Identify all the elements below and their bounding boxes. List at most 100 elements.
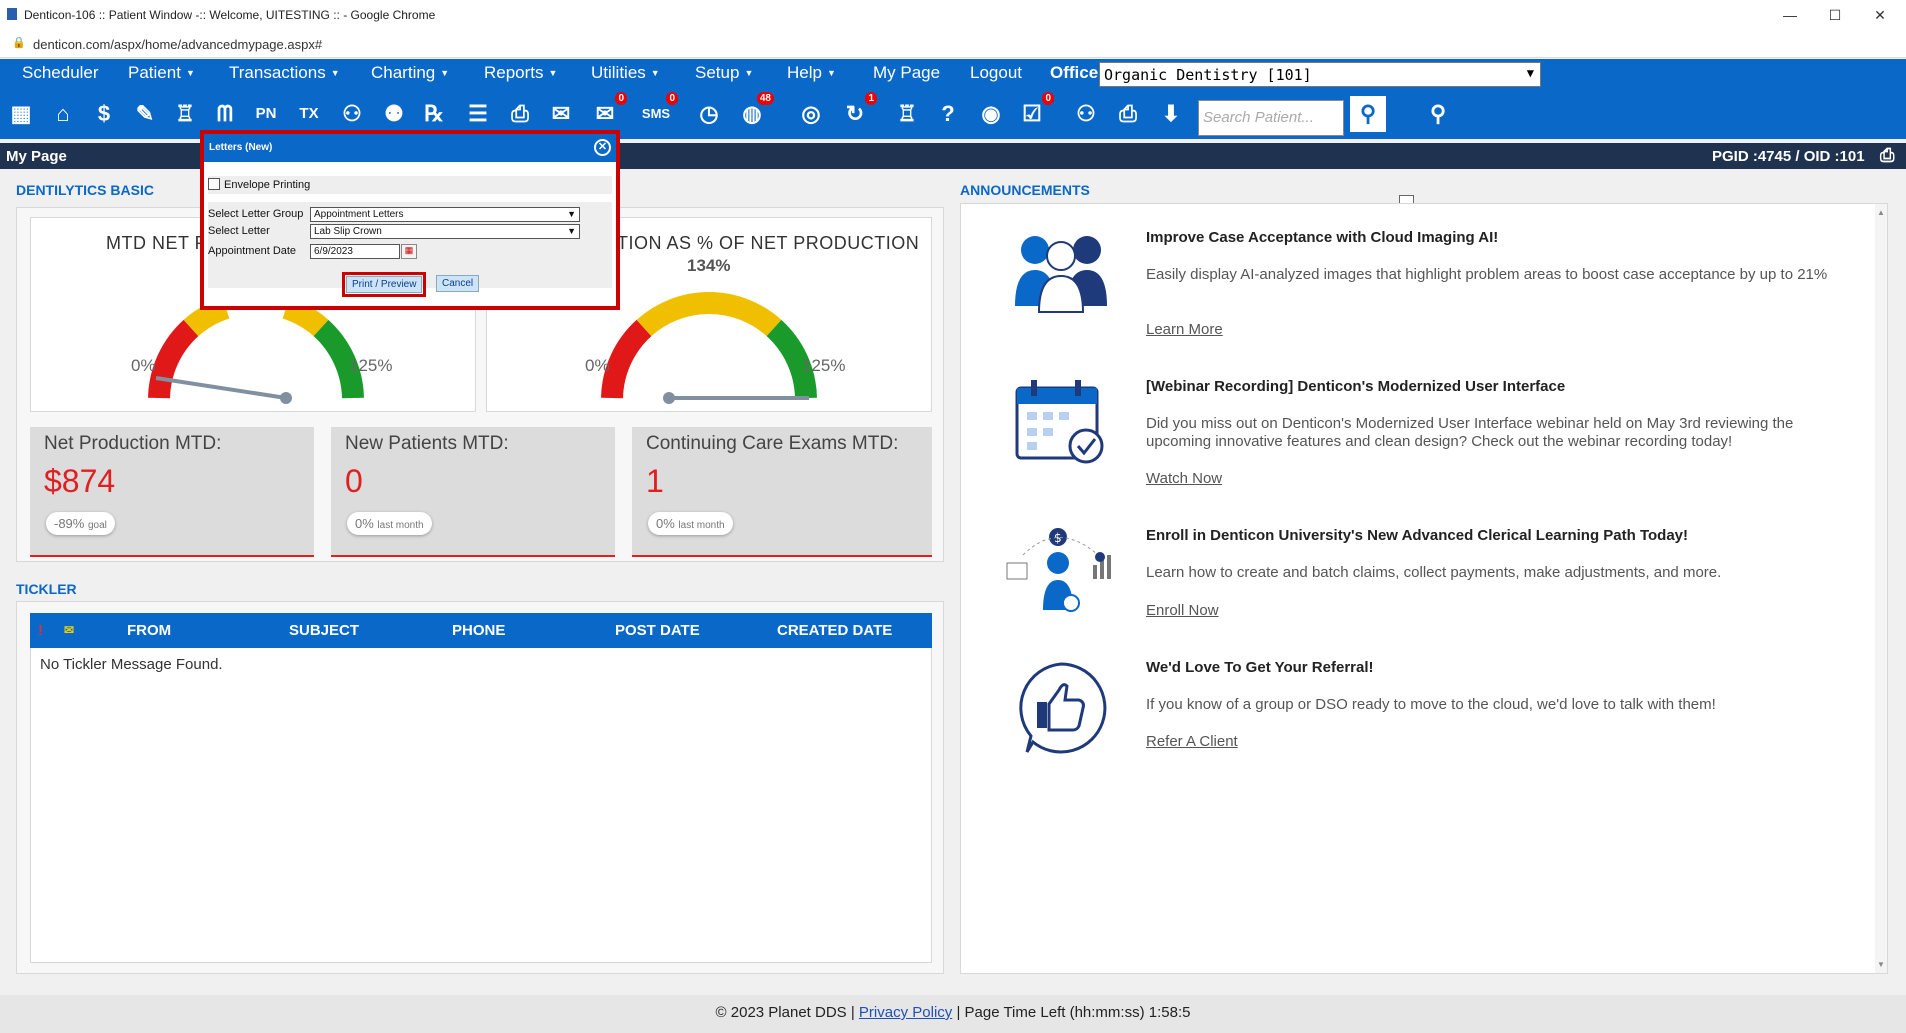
menu-utilities[interactable]: Utilities ▼: [591, 59, 660, 91]
checklist-icon[interactable]: ☑ 0: [1014, 92, 1054, 132]
col-subject[interactable]: SUBJECT: [289, 622, 359, 639]
col-from[interactable]: FROM: [127, 622, 171, 639]
globe-badge: 48: [756, 92, 774, 105]
menu-transactions[interactable]: Transactions ▼: [229, 59, 340, 91]
card-pill: 0% last month: [347, 512, 432, 535]
letter-group-select[interactable]: Appointment Letters ▼: [310, 207, 580, 222]
announcement-link[interactable]: Enroll Now: [1146, 602, 1219, 619]
footer: © 2023 Planet DDS | Privacy Policy | Pag…: [0, 995, 1906, 1033]
menu-help[interactable]: Help ▼: [787, 59, 836, 91]
tooth-chart-icon[interactable]: ᗰ: [207, 96, 243, 132]
download-icon[interactable]: ⬇: [1153, 96, 1189, 132]
sms-icon[interactable]: SMS 0: [638, 92, 678, 132]
card-label: Continuing Care Exams MTD:: [646, 433, 899, 454]
advanced-search-icon[interactable]: ⚲: [1420, 96, 1456, 132]
address-bar[interactable]: 🔒 denticon.com/aspx/home/advancedmypage.…: [0, 30, 1906, 58]
menu-setup[interactable]: Setup ▼: [695, 59, 753, 91]
minimize-icon[interactable]: —: [1770, 4, 1810, 26]
browser-titlebar: Denticon-106 :: Patient Window -:: Welco…: [0, 0, 1906, 30]
group-icon[interactable]: ⚇: [1068, 96, 1104, 132]
scroll-down-icon[interactable]: ▼: [1877, 960, 1885, 969]
chevron-down-icon: ▼: [185, 68, 195, 78]
support-icon[interactable]: ◎: [793, 96, 829, 132]
globe-icon[interactable]: ◍ 48: [734, 92, 774, 132]
col-phone[interactable]: PHONE: [452, 622, 505, 639]
office-select[interactable]: Organic Dentistry [101] ▼: [1099, 62, 1541, 87]
menu-logout[interactable]: Logout: [970, 59, 1022, 91]
card-label: Net Production MTD:: [44, 433, 222, 454]
document-icon[interactable]: ☰: [460, 96, 496, 132]
tooth-icon[interactable]: ♖: [167, 96, 203, 132]
announcement-link[interactable]: Refer A Client: [1146, 733, 1238, 750]
col-post-date[interactable]: POST DATE: [615, 622, 700, 639]
home-icon[interactable]: ⌂: [45, 96, 81, 132]
announcement-link[interactable]: Watch Now: [1146, 470, 1222, 487]
edit-icon[interactable]: ✎: [127, 96, 163, 132]
announcement-body: Easily display AI-analyzed images that h…: [1146, 266, 1828, 283]
patient-search-input[interactable]: Search Patient...: [1198, 100, 1344, 136]
clock-icon[interactable]: ◷: [691, 96, 727, 132]
menu-patient[interactable]: Patient ▼: [128, 59, 195, 91]
patient-search-icon[interactable]: ⚲: [1350, 96, 1386, 132]
dollar-icon[interactable]: $: [86, 96, 122, 132]
menu-scheduler[interactable]: Scheduler: [22, 59, 99, 91]
page-time-left: | Page Time Left (hh:mm:ss) 1:58:5: [956, 1004, 1191, 1021]
menu-reports[interactable]: Reports ▼: [484, 59, 557, 91]
family-icon[interactable]: ⚉: [376, 96, 412, 132]
appointment-date-label: Appointment Date: [208, 245, 297, 257]
col-created-date[interactable]: CREATED DATE: [777, 622, 892, 639]
letter-select[interactable]: Lab Slip Crown ▼: [310, 224, 580, 239]
add-patient-icon[interactable]: ⚇: [334, 96, 370, 132]
print-queue-icon[interactable]: ⎙: [1110, 96, 1146, 132]
envelope-checkbox[interactable]: [208, 178, 220, 190]
announcement-title: We'd Love To Get Your Referral!: [1146, 659, 1374, 676]
maximize-icon[interactable]: ☐: [1815, 4, 1855, 26]
close-icon[interactable]: ✕: [1860, 4, 1900, 26]
card-continuing-care: Continuing Care Exams MTD: 1 0% last mon…: [632, 427, 932, 557]
gauge-title: TION AS % OF NET PRODUCTION: [617, 233, 920, 253]
card-value: $874: [44, 463, 116, 499]
printer-icon[interactable]: ⎙: [502, 96, 538, 132]
progress-notes-icon[interactable]: PN: [248, 96, 284, 132]
envelope-row: Envelope Printing: [208, 176, 612, 194]
gauge-min: 0%: [131, 356, 156, 375]
rx-icon[interactable]: ℞: [416, 96, 452, 132]
announcements-header: ANNOUNCEMENTS: [960, 182, 1090, 198]
gauge-max: 125%: [349, 356, 393, 375]
question-icon[interactable]: ?: [930, 96, 966, 132]
chevron-down-icon: ▼: [330, 68, 340, 78]
page-title: My Page: [6, 148, 67, 165]
announcement-body: Did you miss out on Denticon's Modernize…: [1146, 415, 1794, 450]
letter-icon[interactable]: ✉: [543, 96, 579, 132]
people-icon: [1015, 236, 1107, 313]
menu-charting[interactable]: Charting ▼: [371, 59, 449, 91]
web-icon[interactable]: ◉: [973, 96, 1009, 132]
scroll-up-icon[interactable]: ▲: [1877, 208, 1885, 217]
print-preview-button[interactable]: Print / Preview: [346, 276, 423, 293]
print-page-icon[interactable]: ⎙: [1880, 145, 1894, 166]
tickler-table-header: ! ✉ FROM SUBJECT PHONE POST DATE CREATED…: [30, 613, 932, 648]
scrollbar[interactable]: ▲ ▼: [1875, 204, 1887, 973]
close-icon[interactable]: ✕: [594, 139, 611, 156]
announcement-link[interactable]: Learn More: [1146, 321, 1223, 338]
appointment-date-input[interactable]: 6/9/2023: [310, 244, 400, 259]
thumbs-up-icon: [1019, 662, 1107, 754]
gauge-min: 0%: [585, 356, 610, 375]
cancel-button[interactable]: Cancel: [436, 275, 480, 292]
menu-my-page[interactable]: My Page: [873, 59, 940, 91]
tooth-outline-icon[interactable]: ♖: [889, 96, 925, 132]
sync-icon[interactable]: ↻ 1: [837, 92, 877, 132]
mail-icon[interactable]: ✉ 0: [587, 92, 627, 132]
gauge-max: 125%: [802, 356, 846, 375]
privacy-policy-link[interactable]: Privacy Policy: [859, 1004, 952, 1021]
card-value: 1: [646, 463, 664, 499]
calendar-icon[interactable]: ▦: [401, 244, 417, 259]
chevron-down-icon: ▼: [567, 226, 576, 236]
calendar-icon[interactable]: ▦: [3, 96, 39, 132]
card-label: New Patients MTD:: [345, 433, 509, 454]
mail-badge: 0: [615, 92, 627, 105]
learning-path-icon: $: [1006, 528, 1111, 612]
announcement-body: If you know of a group or DSO ready to m…: [1146, 696, 1716, 713]
treatment-icon[interactable]: TX: [291, 96, 327, 132]
window-title: Denticon-106 :: Patient Window -:: Welco…: [24, 8, 436, 22]
